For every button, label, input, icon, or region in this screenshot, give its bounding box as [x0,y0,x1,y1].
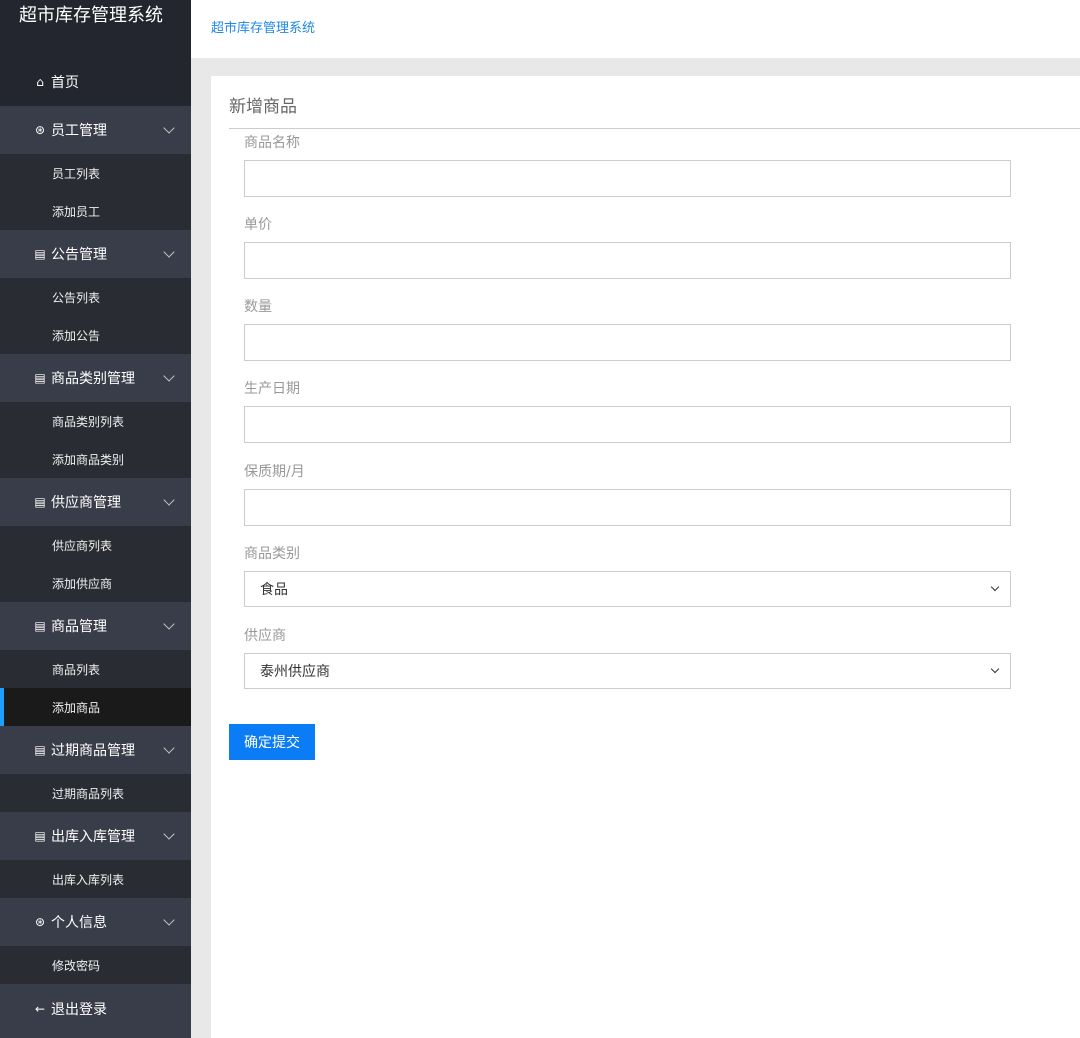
shelf-life-input[interactable] [244,489,1011,526]
nav-logout[interactable]: ← 退出登录 [0,984,191,1034]
nav-item-add-employee[interactable]: 添加员工 [0,192,191,230]
nav-group-employees[interactable]: ⊛ 员工管理 [0,106,191,154]
nav-item-add-notice[interactable]: 添加公告 [0,316,191,354]
nav-group-label: 员工管理 [51,123,107,139]
supplier-label: 供应商 [244,628,286,644]
unit-price-input[interactable] [244,242,1011,279]
nav-group-notices[interactable]: ▤ 公告管理 [0,230,191,278]
chevron-down-icon [163,370,175,382]
nav-home[interactable]: ⌂ 首页 [0,58,191,106]
chevron-down-icon [163,914,175,926]
nav-logout-label: 退出登录 [51,1002,107,1018]
nav-group-expired[interactable]: ▤ 过期商品管理 [0,726,191,774]
submit-button[interactable]: 确定提交 [229,724,315,760]
chevron-down-icon [163,828,175,840]
form-panel: 新增商品 商品名称 单价 数量 生产日期 保质期/月 商品类别 食品 供应商 泰… [211,76,1080,1038]
quantity-input[interactable] [244,324,1011,361]
product-name-input[interactable] [244,160,1011,197]
shelf-life-label: 保质期/月 [244,464,305,480]
production-date-input[interactable] [244,406,1011,443]
nav-group-label: 商品管理 [51,619,107,635]
nav-item-notice-list[interactable]: 公告列表 [0,278,191,316]
quantity-label: 数量 [244,299,272,315]
nav-item-employee-list[interactable]: 员工列表 [0,154,191,192]
supplier-selected-value: 泰州供应商 [260,664,330,680]
nav-item-expired-list[interactable]: 过期商品列表 [0,774,191,812]
document-icon: ▤ [34,495,46,509]
supplier-select[interactable]: 泰州供应商 [244,653,1011,689]
document-icon: ▤ [34,829,46,843]
nav-item-add-product[interactable]: 添加商品 [0,688,191,726]
nav-item-stock-list[interactable]: 出库入库列表 [0,860,191,898]
app-title: 超市库存管理系统 [0,0,191,58]
category-label: 商品类别 [244,546,300,562]
nav-group-stock[interactable]: ▤ 出库入库管理 [0,812,191,860]
unit-price-label: 单价 [244,217,272,233]
nav-item-add-category[interactable]: 添加商品类别 [0,440,191,478]
document-icon: ▤ [34,743,46,757]
top-header: 超市库存管理系统 [191,0,1080,58]
nav-group-label: 商品类别管理 [51,371,135,387]
chevron-down-icon [163,246,175,258]
chevron-down-icon [990,582,1000,592]
nav-group-label: 个人信息 [51,915,107,931]
document-icon: ▤ [34,371,46,385]
document-icon: ▤ [34,619,46,633]
sidebar: 超市库存管理系统 ⌂ 首页 ⊛ 员工管理 员工列表 添加员工 ▤ 公告管理 公告… [0,0,191,1038]
title-divider [229,128,1080,129]
page-title: 新增商品 [229,97,297,117]
chevron-down-icon [990,664,1000,674]
user-circle-icon: ⊛ [34,915,46,929]
nav-group-label: 公告管理 [51,247,107,263]
chevron-down-icon [163,742,175,754]
nav-item-supplier-list[interactable]: 供应商列表 [0,526,191,564]
chevron-down-icon [163,122,175,134]
nav-group-categories[interactable]: ▤ 商品类别管理 [0,354,191,402]
nav-item-change-password[interactable]: 修改密码 [0,946,191,984]
nav-group-profile[interactable]: ⊛ 个人信息 [0,898,191,946]
nav-group-label: 过期商品管理 [51,743,135,759]
category-selected-value: 食品 [260,582,288,598]
category-select[interactable]: 食品 [244,571,1011,607]
nav-group-products[interactable]: ▤ 商品管理 [0,602,191,650]
nav-item-product-list[interactable]: 商品列表 [0,650,191,688]
breadcrumb[interactable]: 超市库存管理系统 [211,17,315,36]
chevron-down-icon [163,618,175,630]
chevron-down-icon [163,494,175,506]
production-date-label: 生产日期 [244,381,300,397]
nav-group-suppliers[interactable]: ▤ 供应商管理 [0,478,191,526]
nav-home-label: 首页 [51,75,79,91]
nav-item-category-list[interactable]: 商品类别列表 [0,402,191,440]
nav-group-label: 出库入库管理 [51,829,135,845]
user-circle-icon: ⊛ [34,123,46,137]
home-icon: ⌂ [36,75,44,89]
nav-group-label: 供应商管理 [51,495,121,511]
arrow-left-icon: ← [34,1002,46,1016]
product-name-label: 商品名称 [244,135,300,151]
nav-item-add-supplier[interactable]: 添加供应商 [0,564,191,602]
document-icon: ▤ [34,247,46,261]
